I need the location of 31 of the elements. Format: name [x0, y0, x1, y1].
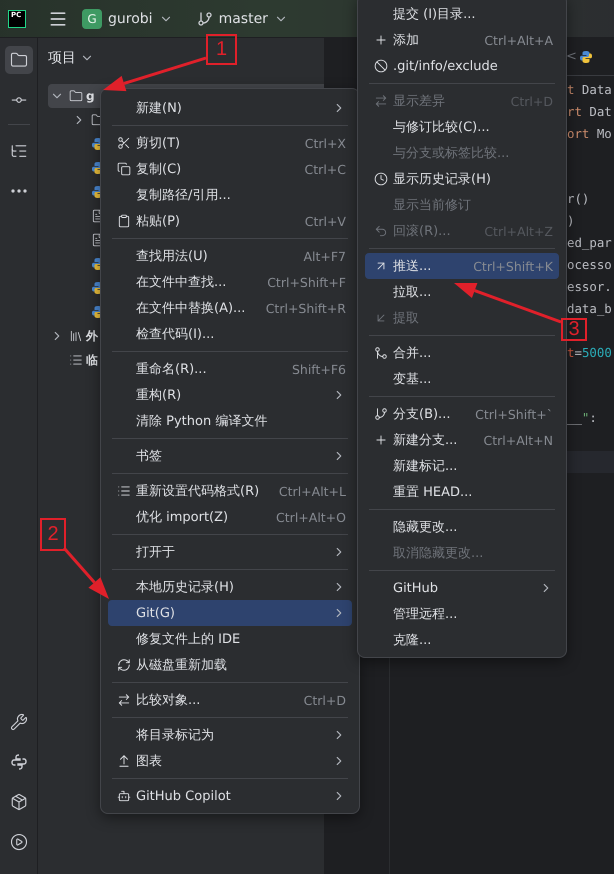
shortcut-text: Ctrl+X: [304, 136, 346, 150]
shortcut-text: Ctrl+Alt+O: [276, 510, 346, 524]
shortcut-text: Ctrl+D: [304, 692, 346, 708]
annotation-label: 1: [206, 34, 237, 65]
code-line: data_b: [567, 300, 612, 316]
code-line: ort Mo: [567, 126, 612, 141]
shortcut-text: Alt+F7: [303, 248, 346, 264]
code-line: r(): [567, 191, 590, 206]
code-line: ed_par: [567, 235, 612, 250]
shortcut-text: Ctrl+C: [304, 162, 346, 176]
code-line: rt Dat: [567, 104, 612, 119]
shortcut-text: Ctrl+V: [304, 214, 346, 228]
shortcut-text: Ctrl+Shift+`: [475, 406, 553, 422]
code-line: t Data: [567, 82, 612, 97]
shortcut-text: Ctrl+Alt+A: [484, 32, 553, 48]
code-line: ocesso: [567, 257, 612, 272]
shortcut-text: Ctrl+Shift+K: [473, 258, 553, 274]
code-line: t=5000: [567, 344, 612, 360]
tree-label: 外: [86, 328, 98, 344]
code-line: __":: [567, 410, 597, 426]
annotation-label: 2: [40, 518, 66, 551]
tree-label: 临: [86, 352, 98, 368]
code-line: essor.: [567, 279, 612, 294]
annotation-label: 3: [561, 318, 587, 341]
shortcut-text: Ctrl+Alt+L: [278, 484, 346, 498]
shortcut-text: Shift+F6: [292, 362, 346, 376]
shortcut-text: Ctrl+Alt+N: [484, 432, 553, 448]
code-line: ): [567, 213, 574, 228]
tree-label: g: [86, 89, 95, 103]
shortcut-text: Ctrl+Shift+R: [266, 300, 346, 316]
shortcut-text: Ctrl+Shift+F: [267, 274, 346, 290]
